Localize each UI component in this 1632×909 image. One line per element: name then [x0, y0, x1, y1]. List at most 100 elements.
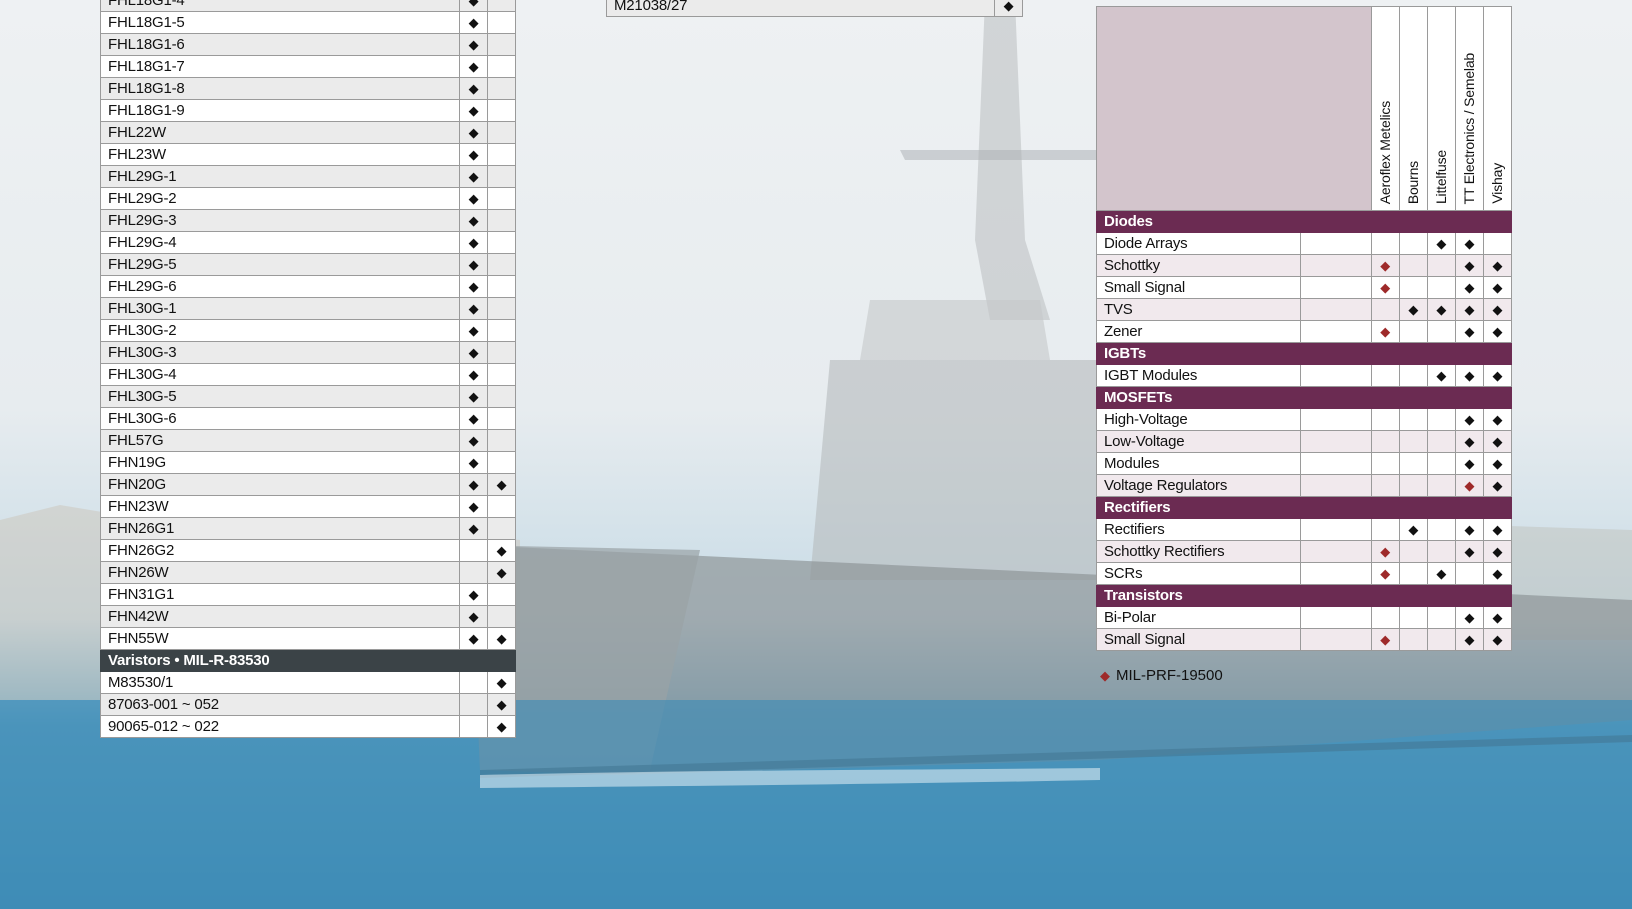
mark-cell	[487, 319, 516, 342]
table-row: M83530/1 ◆	[99, 671, 516, 694]
table-row: FHL29G-3 ◆	[99, 209, 516, 232]
mark-cell	[1426, 540, 1456, 563]
mark-cell: ◆	[1370, 540, 1400, 563]
part-number-cell: 90065-012 ~ 022	[99, 715, 461, 738]
table-row: FHL30G-4 ◆	[99, 363, 516, 386]
mark-cell	[1370, 518, 1400, 541]
mark-cell	[1398, 364, 1428, 387]
part-number-cell: FHL30G-4	[99, 363, 461, 386]
mark-cell: ◆	[459, 99, 489, 122]
mark-cell: ◆	[459, 209, 489, 232]
part-number-cell: FHL30G-5	[99, 385, 461, 408]
mark-cell: ◆	[1482, 562, 1513, 585]
mark-cell	[487, 495, 516, 518]
part-number-cell: FHN55W	[99, 627, 461, 650]
table-row: FHL57G ◆	[99, 429, 516, 452]
mark-cell	[487, 209, 516, 232]
category-header-row: Rectifiers	[1096, 496, 1512, 519]
mark-cell	[487, 407, 516, 430]
mark-cell	[1370, 298, 1400, 321]
mark-cell: ◆	[1370, 276, 1400, 299]
category-header-row: IGBTs	[1096, 342, 1512, 365]
table-row: M21038/27 ◆	[606, 0, 1023, 17]
manufacturer-name: Bourns	[1405, 160, 1422, 204]
part-number-cell: FHL18G1-9	[99, 99, 461, 122]
table-row: Zener ◆ ◆ ◆	[1095, 320, 1513, 343]
mark-cell	[1398, 320, 1428, 343]
mark-cell: ◆	[1370, 254, 1400, 277]
mark-cell	[1426, 628, 1456, 651]
mark-cell: ◆	[459, 517, 489, 540]
mark-cell	[1426, 254, 1456, 277]
table-row: FHN55W ◆ ◆	[99, 627, 516, 650]
mark-cell: ◆	[1454, 452, 1484, 475]
product-type-cell: TVS	[1095, 298, 1302, 321]
mark-cell: ◆	[1454, 606, 1484, 629]
section-title: Varistors • MIL-R-83530	[100, 649, 516, 672]
mark-cell: ◆	[459, 429, 489, 452]
mark-cell: ◆	[1398, 298, 1428, 321]
product-type-cell: Diode Arrays	[1095, 232, 1302, 255]
product-type-cell: High-Voltage	[1095, 408, 1302, 431]
mark-cell: ◆	[459, 341, 489, 364]
table-row: FHL18G1-4 ◆	[99, 0, 516, 12]
mark-cell	[1398, 606, 1428, 629]
mark-cell	[1370, 430, 1400, 453]
mark-cell	[1426, 408, 1456, 431]
table-row: FHL30G-6 ◆	[99, 407, 516, 430]
column-header-manufacturer: Vishay	[1482, 6, 1513, 211]
mark-cell	[1370, 232, 1400, 255]
mark-cell: ◆	[1454, 474, 1484, 497]
mark-cell: ◆	[459, 297, 489, 320]
mark-cell: ◆	[1426, 298, 1456, 321]
mark-cell	[487, 605, 516, 628]
column-header-manufacturer: Littelfuse	[1426, 6, 1456, 211]
blank-cell	[1300, 320, 1372, 343]
mark-cell	[1398, 408, 1428, 431]
mark-cell	[1426, 320, 1456, 343]
table-row: FHL22W ◆	[99, 121, 516, 144]
legend-text: MIL-PRF-19500	[1116, 667, 1223, 684]
mark-cell: ◆	[1370, 562, 1400, 585]
table-row: Low-Voltage ◆ ◆	[1095, 430, 1513, 453]
part-number-cell: FHN26W	[99, 561, 461, 584]
mark-cell: ◆	[1426, 364, 1456, 387]
mark-cell	[459, 561, 489, 584]
part-number-cell: FHL30G-6	[99, 407, 461, 430]
table-row: FHN19G ◆	[99, 451, 516, 474]
mark-cell	[1398, 628, 1428, 651]
mark-cell: ◆	[459, 0, 489, 12]
category-title: Diodes	[1096, 210, 1512, 233]
part-number-cell: FHN20G	[99, 473, 461, 496]
legend-diamond-icon: ◆	[1100, 667, 1110, 683]
category-header-row: MOSFETs	[1096, 386, 1512, 409]
mark-cell: ◆	[459, 319, 489, 342]
table-row: Small Signal ◆ ◆ ◆	[1095, 276, 1513, 299]
blank-cell	[1300, 254, 1372, 277]
part-number-cell: FHL30G-2	[99, 319, 461, 342]
part-number-cell: FHL18G1-7	[99, 55, 461, 78]
mark-cell	[487, 55, 516, 78]
table-row: FHL18G1-7 ◆	[99, 55, 516, 78]
product-type-cell: Small Signal	[1095, 276, 1302, 299]
blank-cell	[1300, 232, 1372, 255]
mark-cell: ◆	[1426, 232, 1456, 255]
product-type-cell: Zener	[1095, 320, 1302, 343]
part-number-cell: FHL22W	[99, 121, 461, 144]
mark-cell	[487, 517, 516, 540]
table-row: FHN26G2 ◆	[99, 539, 516, 562]
mark-cell: ◆	[487, 473, 516, 496]
table-row: Rectifiers ◆ ◆ ◆	[1095, 518, 1513, 541]
table-row: Modules ◆ ◆	[1095, 452, 1513, 475]
table-row: FHL29G-4 ◆	[99, 231, 516, 254]
part-number-cell: FHN19G	[99, 451, 461, 474]
mark-cell: ◆	[1454, 540, 1484, 563]
table-row: FHL29G-5 ◆	[99, 253, 516, 276]
mark-cell: ◆	[459, 407, 489, 430]
mark-cell: ◆	[459, 11, 489, 34]
product-type-cell: Schottky Rectifiers	[1095, 540, 1302, 563]
mark-cell: ◆	[1482, 320, 1513, 343]
mark-cell	[487, 341, 516, 364]
mark-cell: ◆	[487, 539, 516, 562]
part-number-cell: FHN26G1	[99, 517, 461, 540]
